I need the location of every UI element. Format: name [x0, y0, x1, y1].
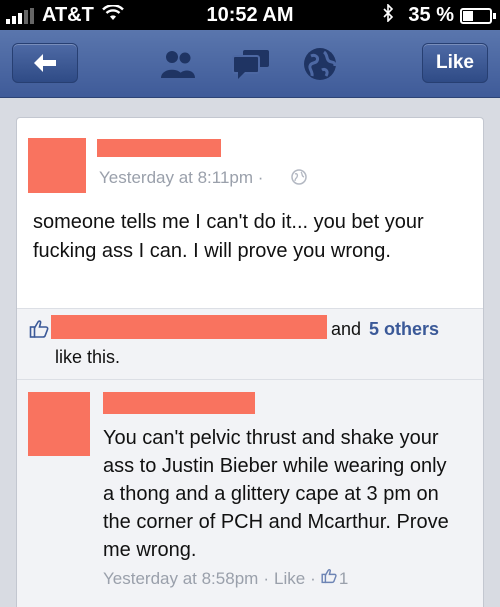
author-avatar-redacted[interactable]	[28, 138, 86, 193]
globe-icon[interactable]	[302, 46, 338, 87]
like-button[interactable]: Like	[422, 43, 488, 83]
audience-globe-icon	[291, 169, 307, 190]
bluetooth-icon	[382, 3, 394, 27]
thumbs-up-icon	[321, 568, 337, 589]
thumbs-up-icon	[29, 319, 49, 344]
likes-and-text: and	[331, 319, 362, 339]
commenter-name-redacted[interactable]	[103, 392, 255, 414]
commenter-avatar-redacted[interactable]	[28, 392, 90, 456]
comment-timestamp: Yesterday at 8:58pm	[103, 568, 259, 588]
comment-like-count: 1	[338, 568, 349, 588]
comment-meta: Yesterday at 8:58pm · Like · 1	[103, 568, 348, 589]
likes-summary[interactable]: and 5 others like this.	[17, 309, 483, 379]
post-timestamp[interactable]: Yesterday at 8:11pm ·	[99, 168, 263, 188]
comment: You can't pelvic thrust and shake your a…	[17, 380, 483, 607]
navigation-bar: Like	[0, 30, 500, 98]
battery-icon	[460, 7, 496, 24]
back-arrow-icon	[34, 54, 56, 72]
separator: ·	[310, 568, 316, 588]
friends-icon[interactable]	[158, 48, 198, 85]
battery-percent: 35 %	[408, 4, 454, 26]
status-bar: AT&T 10:52 AM 35 %	[0, 0, 500, 30]
messages-icon[interactable]	[231, 48, 271, 85]
likes-others-link[interactable]: 5 others	[369, 319, 439, 340]
back-button[interactable]	[12, 43, 78, 83]
likes-suffix-text: like this.	[55, 347, 121, 367]
liker-name-redacted[interactable]	[51, 315, 327, 339]
author-name-redacted[interactable]	[97, 139, 221, 157]
post-text: someone tells me I can't do it... you be…	[33, 211, 424, 262]
separator: ·	[263, 568, 269, 588]
comment-like-link[interactable]: Like	[274, 569, 305, 589]
status-right: 35 %	[382, 3, 496, 27]
comment-text: You can't pelvic thrust and shake your a…	[103, 427, 449, 561]
post-card: Yesterday at 8:11pm · someone tells me I…	[16, 117, 484, 607]
